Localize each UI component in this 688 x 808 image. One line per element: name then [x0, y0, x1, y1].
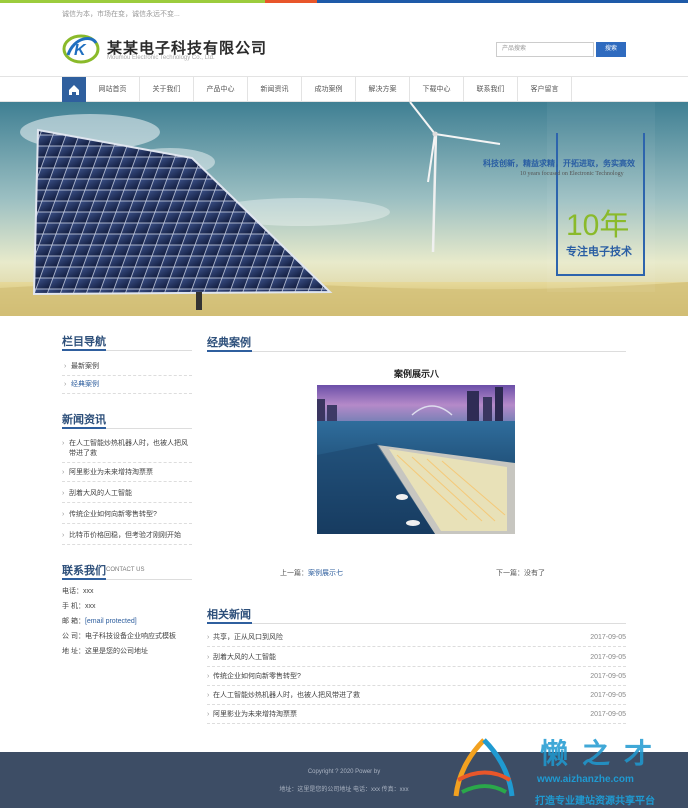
related-news-divider [207, 622, 626, 624]
nav-item-message[interactable]: 客户留言 [518, 77, 572, 102]
banner-years: 10年 [566, 209, 630, 242]
related-news-date: 2017-09-05 [590, 673, 626, 680]
prev-label: 上一篇： [280, 570, 308, 577]
banner-subline: 10 years focused on Electronic Technolog… [520, 171, 624, 177]
related-news-title-text: 传统企业如何向新零售转型? [213, 673, 301, 680]
related-news-row[interactable]: 传统企业如何向新零售转型? 2017-09-05 [207, 667, 626, 686]
sidebar-nav-list: 最新案例 经典案例 [62, 358, 192, 394]
watermark-brand: 懒之才 [540, 738, 667, 769]
nav-item-news[interactable]: 新闻资讯 [248, 77, 302, 102]
related-news-date: 2017-09-05 [590, 634, 626, 641]
sidebar-news-title: 新闻资讯 [62, 414, 106, 426]
contact-email: 邮 箱：[email protected] [62, 616, 137, 626]
contact-email-link[interactable]: [email protected] [85, 618, 137, 625]
nav-item-about[interactable]: 关于我们 [140, 77, 194, 102]
related-news-title-text: 阿里影业为未来增持淘票票 [213, 711, 297, 718]
nav-item-home[interactable]: 网站首页 [86, 77, 140, 102]
related-news-row[interactable]: 共享，正从风口到风险 2017-09-05 [207, 628, 626, 647]
nav-item-products[interactable]: 产品中心 [194, 77, 248, 102]
contact-mobile: 手 机：xxx [62, 603, 96, 610]
case-title: 案例展示八 [393, 369, 439, 379]
sidebar-contact-title: 联系我们 [62, 565, 106, 577]
contact-phone: 电话：xxx [62, 588, 94, 595]
svg-text:K: K [74, 42, 87, 59]
watermark-slogan: 打造专业建站资源共享平台 [535, 796, 655, 807]
related-news-date: 2017-09-05 [590, 654, 626, 661]
next-article: 下一篇：没有了 [496, 570, 545, 577]
company-logo-icon[interactable]: K [62, 33, 100, 65]
related-news-title-text: 在人工智能炒热机器人时，也被人把风带进了救 [213, 692, 360, 699]
related-news-title: 相关新闻 [207, 609, 251, 621]
sidebar-news-item[interactable]: 比特币价格回稳，但考验才刚刚开始 [62, 528, 192, 545]
top-slogan: 诚信为本，市场在变，诚信永远不变... [62, 11, 180, 18]
related-news-title-text: 刮着大风的人工智能 [213, 654, 276, 661]
nav-item-contact[interactable]: 联系我们 [464, 77, 518, 102]
sidebar-news-item[interactable]: 刮着大风的人工智能 [62, 486, 192, 503]
top-color-stripe [0, 0, 688, 3]
watermark-logo-icon [453, 738, 515, 797]
prev-article: 上一篇：案例展示七 [280, 568, 343, 578]
sidebar-contact-subtitle: CONTACT US [106, 567, 145, 573]
related-news-title-text: 共享，正从风口到风险 [213, 634, 283, 641]
sidebar-item-latest-cases[interactable]: 最新案例 [62, 358, 192, 376]
main-section-divider [207, 350, 626, 352]
contact-company: 公 司：电子科技设备企业响应式模板 [62, 633, 176, 640]
nav-item-downloads[interactable]: 下载中心 [410, 77, 464, 102]
nav-item-cases[interactable]: 成功案例 [302, 77, 356, 102]
sidebar-nav-divider [62, 349, 192, 351]
company-name-en: Moumou Electronic Technology Co., Ltd. [107, 55, 215, 61]
sidebar-news-item[interactable]: 阿里影业为未来增持淘票票 [62, 465, 192, 482]
banner-focus: 专注电子技术 [566, 246, 632, 258]
contact-address: 地 址：这里是您的公司地址 [62, 648, 148, 655]
sidebar-news-divider [62, 427, 192, 429]
main-section-title: 经典案例 [207, 337, 251, 349]
related-news-date: 2017-09-05 [590, 711, 626, 718]
nav-home-button[interactable] [62, 77, 86, 102]
related-news-row[interactable]: 阿里影业为未来增持淘票票 2017-09-05 [207, 705, 626, 724]
nav-item-solutions[interactable]: 解决方案 [356, 77, 410, 102]
watermark-url: www.aizhanzhe.com [537, 774, 634, 785]
sidebar-news-list: 在人工智能炒热机器人时，也被人把风带进了救 阿里影业为未来增持淘票票 刮着大风的… [62, 436, 192, 545]
related-news-row[interactable]: 刮着大风的人工智能 2017-09-05 [207, 648, 626, 667]
related-news-date: 2017-09-05 [590, 692, 626, 699]
related-news-row[interactable]: 在人工智能炒热机器人时，也被人把风带进了救 2017-09-05 [207, 686, 626, 705]
search-button[interactable]: 搜索 [596, 42, 626, 57]
home-icon [69, 85, 79, 95]
sidebar-news-item[interactable]: 在人工智能炒热机器人时，也被人把风带进了救 [62, 436, 192, 463]
search-input[interactable]: 产品搜索 [496, 42, 594, 57]
sidebar-item-classic-cases[interactable]: 经典案例 [62, 376, 192, 394]
case-image[interactable] [317, 385, 515, 534]
contact-email-label: 邮 箱： [62, 618, 85, 625]
night-harbor-image [317, 385, 515, 534]
main-nav: 网站首页 关于我们 产品中心 新闻资讯 成功案例 解决方案 下载中心 联系我们 … [0, 76, 688, 102]
prev-article-link[interactable]: 案例展示七 [308, 570, 343, 577]
banner-headline: 科技创新，精益求精，开拓进取，务实高效 [483, 159, 635, 168]
sidebar-nav-title: 栏目导航 [62, 336, 106, 348]
sidebar-contact-divider [62, 578, 192, 580]
sidebar-news-item[interactable]: 传统企业如何向新零售转型? [62, 507, 192, 524]
